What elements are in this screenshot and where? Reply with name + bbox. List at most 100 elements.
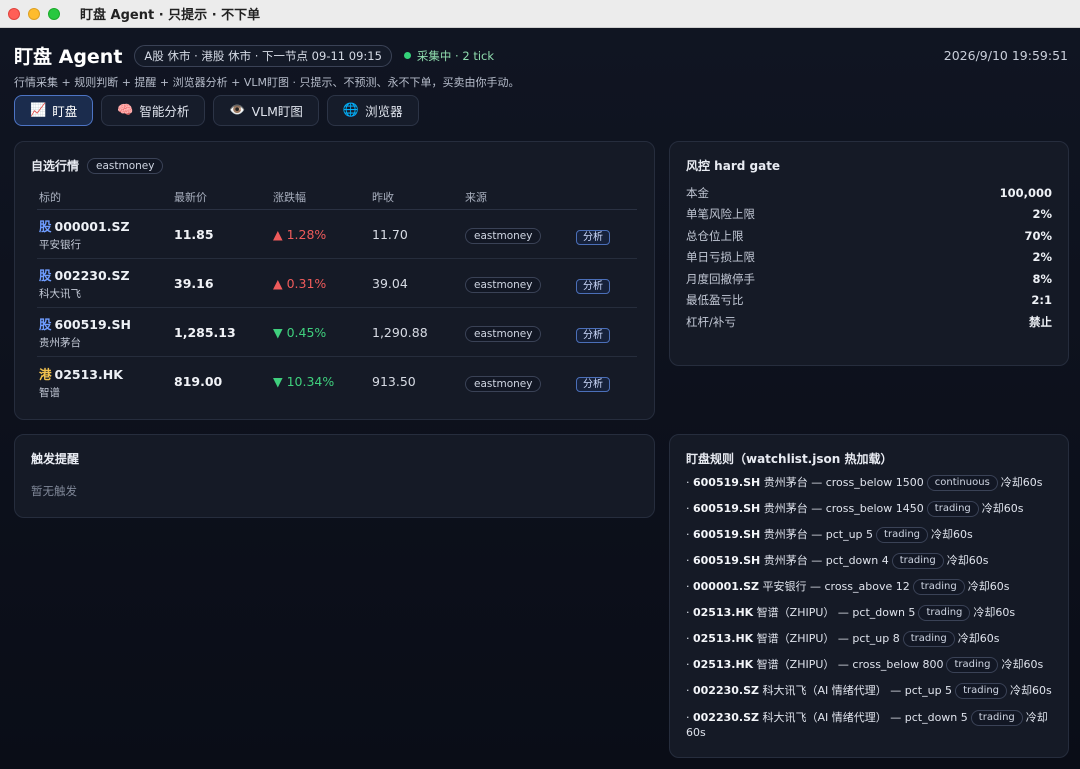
minimize-window-button[interactable] [28, 7, 40, 20]
session-chip: trading [918, 605, 971, 621]
source-chip: eastmoney [465, 277, 542, 293]
tab-label: 智能分析 [139, 104, 190, 119]
close-window-button[interactable] [8, 7, 20, 20]
tab-label: 浏览器 [365, 104, 403, 119]
collect-status-text: 采集中 · 2 tick [416, 48, 495, 63]
table-row: 股 600519.SH 贵州茅台 1,285.13 ▼ 0.45% 1,290.88 eas… [37, 308, 637, 357]
tab-vlm[interactable]: 👁️ VLM盯图 [213, 95, 319, 126]
analyze-button[interactable]: 分析 [576, 278, 610, 294]
risk-label: 总仓位上限 [686, 228, 744, 243]
session-chip: trading [891, 553, 944, 569]
bullet: · [686, 528, 693, 541]
risk-value: 100,000 [999, 185, 1052, 200]
source-chip: eastmoney [465, 375, 542, 392]
tab-label: 盯盘 [52, 104, 78, 119]
list-item: · 600519.SH 贵州茅台 — cross_below 1450 tradi… [686, 501, 1054, 517]
bullet: · [686, 684, 693, 697]
symbol-code: 02513.HK [54, 366, 123, 382]
brain-icon: 🧠 [117, 103, 134, 118]
risk-list: 本金 100,000 单笔风险上限 2% 总仓位上限 70% 单日亏损上限 2% 月度回撤停手 8… [686, 182, 1052, 333]
rule-desc: 平安银行 — cross_above 12 [759, 580, 910, 593]
table-row: 股 002230.SZ 科大讯飞 39.16 ▲ 0.31% 39.04 eastmoney… [37, 259, 637, 308]
rule-desc: 贵州茅台 — pct_up 5 [760, 528, 874, 541]
price-cell: 819.00 [174, 374, 223, 389]
risk-value: 2:1 [1031, 293, 1052, 308]
zoom-window-button[interactable] [48, 7, 60, 20]
market-status-pill: A股 休市 · 港股 休市 · 下一节点 09-11 09:15 [134, 44, 392, 67]
quotes-body: 股 000001.SZ 平安银行 11.85 ▲ 1.28% 11.70 eastmoney… [37, 210, 637, 406]
rule-code: 600519.SH [693, 528, 761, 541]
bullet: · [686, 476, 693, 489]
risk-row: 单笔风险上限 2% [686, 204, 1052, 226]
symbol-code: 002230.SZ [54, 268, 130, 283]
source-cell: eastmoney [465, 273, 576, 293]
rule-code: 600519.SH [693, 476, 761, 489]
clock: 2026/9/10 19:59:51 [943, 48, 1068, 63]
bullet: · [686, 632, 693, 645]
list-item: · 002230.SZ 科大讯飞（AI 情绪代理） — pct_down 5 tr… [686, 710, 1054, 740]
rule-cooldown: 冷却60s [931, 528, 973, 541]
session-chip: trading [902, 631, 955, 647]
rule-desc: 智谱（ZHIPU） — pct_down 5 [753, 606, 916, 619]
tab-watch[interactable]: 📈 盯盘 [14, 95, 94, 126]
rule-desc: 贵州茅台 — cross_below 1500 [760, 476, 924, 489]
list-item: · 02513.HK 智谱（ZHIPU） — pct_up 8 trading 冷却… [686, 631, 1054, 647]
risk-row: 月度回撤停手 8% [686, 268, 1052, 290]
bullet: · [686, 502, 693, 515]
symbol-code: 000001.SZ [54, 219, 130, 234]
page-subtitle: 行情采集 + 规则判断 + 提醒 + 浏览器分析 + VLM盯图 · 只提示、不… [14, 76, 520, 89]
tab-smart-analysis[interactable]: 🧠 智能分析 [101, 95, 206, 126]
analyze-button[interactable]: 分析 [576, 327, 610, 343]
source-cell: eastmoney [465, 322, 576, 342]
quotes-title-wrap: 自选行情 eastmoney [31, 157, 164, 174]
eye-icon: 👁️ [229, 103, 246, 118]
price-cell: 39.16 [174, 275, 214, 291]
risk-value: 禁止 [1029, 314, 1052, 329]
symbol-cell: 股 002230.SZ 科大讯飞 [37, 265, 174, 301]
symbol-line: 股 002230.SZ [39, 265, 174, 284]
rule-code: 002230.SZ [693, 711, 759, 724]
market-badge: 股 [39, 268, 52, 283]
change-cell: ▼ 10.34% [273, 374, 335, 389]
risk-value: 2% [1032, 250, 1052, 265]
session-chip: continuous [926, 475, 998, 491]
col-header-price: 最新价 [174, 190, 207, 204]
quotes-title: 自选行情 [31, 159, 80, 173]
live-dot-icon [403, 52, 411, 59]
analyze-button[interactable]: 分析 [576, 377, 610, 392]
list-item: · 600519.SH 贵州茅台 — cross_below 1500 conti… [686, 475, 1054, 491]
rule-code: 02513.HK [693, 658, 754, 671]
action-cell: 分析 [576, 372, 637, 392]
symbol-name: 贵州茅台 [39, 337, 81, 349]
collect-status: 采集中 · 2 tick [403, 48, 495, 64]
table-row: 股 000001.SZ 平安银行 11.85 ▲ 1.28% 11.70 eastmoney… [37, 210, 637, 259]
rules-title: 盯盘规则（watchlist.json 热加载） [686, 452, 893, 466]
rule-desc: 智谱（ZHIPU） — cross_below 800 [753, 658, 944, 671]
risk-label: 本金 [686, 185, 709, 200]
risk-value: 70% [1024, 228, 1052, 243]
risk-label: 单日亏损上限 [686, 250, 755, 265]
rule-desc: 智谱（ZHIPU） — pct_up 8 [753, 632, 900, 645]
source-cell: eastmoney [465, 372, 576, 392]
change-cell: ▲ 0.31% [273, 275, 327, 291]
list-item: · 600519.SH 贵州茅台 — pct_down 4 trading 冷却60… [686, 553, 1054, 569]
brand-title: 盯盘 Agent [14, 46, 123, 68]
watchlist-quotes-card: 自选行情 eastmoney 标的 最新价 涨跌幅 昨收 来源 股 000001.… [14, 141, 655, 420]
risk-row: 本金 100,000 [686, 182, 1052, 204]
list-item: · 02513.HK 智谱（ZHIPU） — cross_below 800 tr… [686, 657, 1054, 673]
quotes-table: 标的 最新价 涨跌幅 昨收 来源 股 000001.SZ 平安银行 11.85 ▲ 1.… [37, 184, 637, 406]
alerts-title: 触发提醒 [31, 452, 80, 466]
alerts-card: 触发提醒 暂无触发 [14, 434, 655, 518]
rule-code: 002230.SZ [693, 684, 759, 697]
analyze-button[interactable]: 分析 [576, 229, 610, 245]
rule-cooldown: 冷却60s [1010, 684, 1052, 697]
tab-bar: 📈 盯盘 🧠 智能分析 👁️ VLM盯图 🌐 浏览器 [14, 95, 427, 126]
risk-label: 杠杆/补亏 [686, 314, 736, 329]
session-chip: trading [876, 527, 929, 543]
bullet: · [686, 554, 693, 567]
risk-label: 单笔风险上限 [686, 207, 755, 222]
session-chip: trading [970, 710, 1023, 726]
col-header-symbol: 标的 [39, 190, 61, 204]
tab-browser[interactable]: 🌐 浏览器 [326, 95, 419, 126]
action-cell: 分析 [576, 225, 637, 245]
